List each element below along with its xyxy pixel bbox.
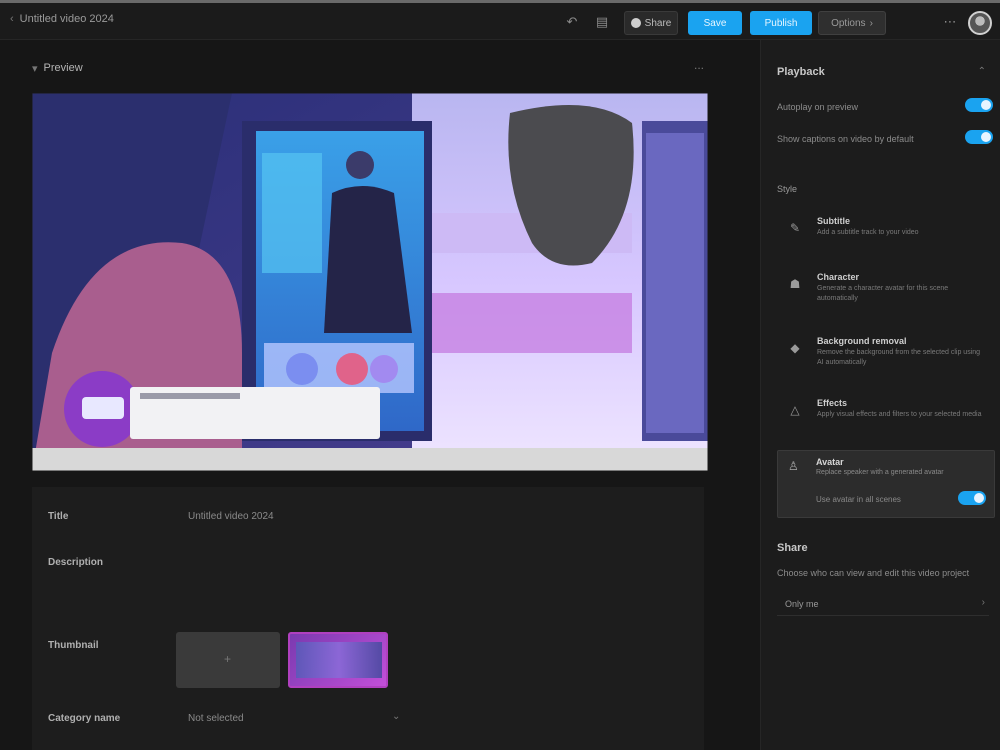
thumbnail-upload-button[interactable]: +	[176, 632, 280, 688]
category-select[interactable]: Not selected	[188, 713, 244, 724]
save-button[interactable]: Save	[688, 11, 742, 35]
background-removal-icon: ◆	[790, 341, 800, 355]
preview-more-icon[interactable]: ...	[694, 58, 704, 72]
share-section-title: Share	[777, 542, 808, 554]
share-access-dropdown[interactable]: Only me ›	[777, 592, 989, 616]
avatar-style-desc: Replace speaker with a generated avatar	[816, 469, 944, 476]
user-avatar[interactable]	[968, 11, 992, 35]
publish-button[interactable]: Publish	[750, 11, 812, 35]
project-title[interactable]: Untitled video 2024	[20, 13, 114, 25]
autoplay-label: Autoplay on preview	[777, 102, 859, 112]
playback-section-title: Playback	[777, 66, 825, 78]
plus-icon: +	[224, 652, 232, 666]
avatar-style-icon: ♙	[788, 459, 799, 473]
thumbnail-label: Thumbnail	[48, 640, 99, 651]
thumbnail-image	[296, 642, 382, 678]
chevron-right-icon: ›	[869, 17, 873, 29]
description-label: Description	[48, 557, 104, 568]
dropdown-chevron-icon: ›	[981, 597, 985, 608]
undo-icon[interactable]: ↶	[562, 12, 582, 32]
right-sidebar: Playback ⌃ Autoplay on preview Show capt…	[760, 40, 1000, 750]
style-section-title: Style	[777, 184, 798, 194]
project-title-area[interactable]: ‹ Untitled video 2024	[10, 13, 114, 25]
video-details-panel: Title Untitled video 2024 Description Th…	[32, 487, 704, 750]
main-panel: ▾ Preview ... Title Untitled video 2024 …	[0, 40, 760, 750]
playback-collapse-icon[interactable]: ⌃	[978, 66, 986, 77]
thumbnail-option-selected[interactable]	[288, 632, 388, 688]
title-label: Title	[48, 511, 69, 522]
captions-label: Show captions on video by default	[777, 134, 914, 144]
video-frame-image	[32, 93, 708, 471]
collapse-icon[interactable]: ▾	[32, 62, 38, 75]
top-bar: ‹ Untitled video 2024 ↶ ▤ Share Save Pub…	[0, 0, 1000, 40]
category-chevron-icon[interactable]: ⌄	[392, 711, 400, 722]
avatar-all-scenes-label: Use avatar in all scenes	[816, 495, 901, 504]
captions-toggle[interactable]	[965, 130, 993, 144]
style-item-avatar-selected[interactable]: ♙ Avatar Replace speaker with a generate…	[777, 450, 995, 518]
category-label: Category name	[48, 713, 121, 724]
preview-title: Preview	[43, 62, 83, 74]
back-arrow-icon[interactable]: ‹	[10, 13, 14, 25]
share-icon	[630, 18, 641, 28]
title-input[interactable]: Untitled video 2024	[188, 511, 274, 522]
share-description: Choose who can view and edit this video …	[777, 568, 970, 578]
character-icon: ☗	[789, 277, 801, 291]
subtitle-icon: ✎	[789, 221, 801, 235]
effects-icon: △	[790, 403, 800, 417]
share-button[interactable]: Share	[624, 11, 678, 35]
avatar-all-scenes-toggle[interactable]	[958, 491, 986, 505]
more-menu-icon[interactable]: ⋯	[940, 12, 960, 32]
comment-icon[interactable]: ▤	[592, 12, 612, 32]
preview-header: ▾ Preview ...	[32, 58, 708, 78]
options-button[interactable]: Options ›	[818, 11, 886, 35]
avatar-style-title: Avatar	[816, 457, 844, 467]
autoplay-toggle[interactable]	[965, 98, 993, 112]
video-preview[interactable]	[32, 93, 708, 471]
